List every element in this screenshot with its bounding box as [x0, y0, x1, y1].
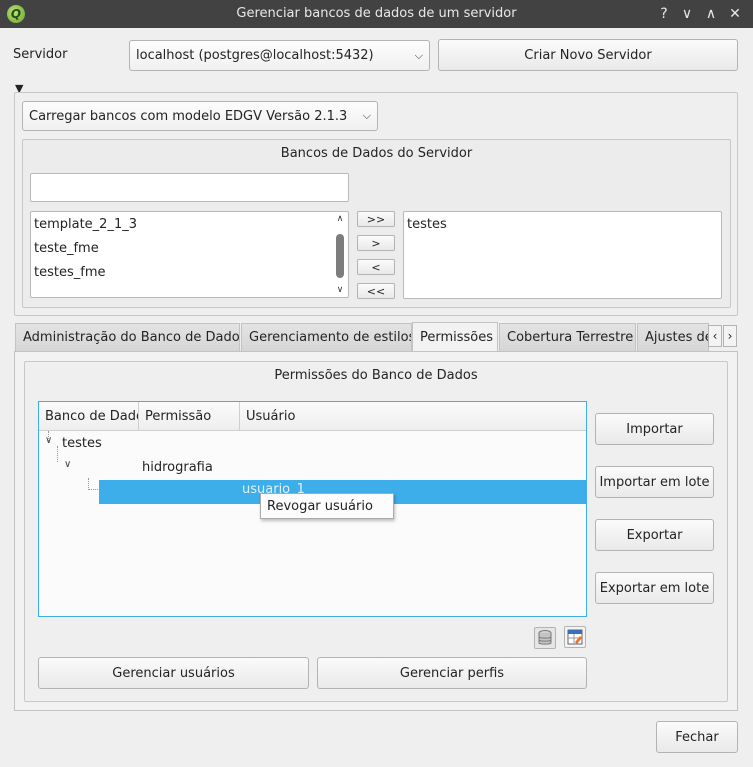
- tab-style-management[interactable]: Gerenciamento de estilos: [241, 323, 412, 351]
- batch-import-button[interactable]: Importar em lote: [595, 466, 714, 498]
- server-combo[interactable]: localhost (postgres@localhost:5432) ⌵: [129, 40, 430, 71]
- help-icon[interactable]: ?: [654, 4, 674, 24]
- tab-database-admin[interactable]: Administração do Banco de Dados: [15, 323, 240, 351]
- manage-users-button[interactable]: Gerenciar usuários: [38, 657, 309, 689]
- edit-table-icon[interactable]: [564, 626, 586, 648]
- list-item[interactable]: testes_fme: [34, 265, 105, 280]
- tab-permissions[interactable]: Permissões: [412, 322, 498, 352]
- scroll-down-icon[interactable]: ∨: [335, 285, 345, 295]
- tree-line: [57, 446, 58, 462]
- manage-profiles-button[interactable]: Gerenciar perfis: [317, 657, 587, 689]
- tree-node-permission[interactable]: hidrografia: [142, 460, 213, 475]
- chevron-down-icon: ⌵: [362, 109, 371, 122]
- expand-chevron-icon[interactable]: ∨: [64, 459, 71, 470]
- move-all-left-button[interactable]: <<: [357, 283, 395, 299]
- create-server-button[interactable]: Criar Novo Servidor: [438, 39, 738, 71]
- list-item[interactable]: teste_fme: [34, 241, 99, 256]
- server-databases-title: Bancos de Dados do Servidor: [280, 146, 473, 161]
- tree-line: [88, 478, 98, 490]
- template-combo-value: Carregar bancos com modelo EDGV Versão 2…: [29, 108, 348, 124]
- database-filter-input[interactable]: [30, 173, 349, 202]
- chevron-down-icon: ⌵: [414, 48, 423, 62]
- window-title: Gerenciar bancos de dados de um servidor: [236, 6, 517, 21]
- scrollbar[interactable]: ∧ ∨: [335, 214, 345, 295]
- title-bar: Q Gerenciar bancos de dados de um servid…: [0, 0, 753, 28]
- scroll-thumb[interactable]: [336, 234, 344, 278]
- move-all-right-button[interactable]: >>: [357, 211, 395, 227]
- server-label: Servidor: [13, 47, 68, 62]
- tab-scroll-left-icon[interactable]: ‹: [708, 325, 722, 347]
- maximize-icon[interactable]: ∧: [701, 4, 721, 24]
- context-menu-revoke-user[interactable]: Revogar usuário: [260, 493, 394, 519]
- column-header-permission[interactable]: Permissão: [139, 402, 240, 430]
- server-combo-value: localhost (postgres@localhost:5432): [136, 48, 374, 63]
- template-combo[interactable]: Carregar bancos com modelo EDGV Versão 2…: [22, 101, 378, 131]
- tab-land-cover[interactable]: Cobertura Terrestre: [499, 323, 636, 351]
- export-button[interactable]: Exportar: [595, 519, 714, 551]
- column-header-user[interactable]: Usuário: [240, 402, 586, 430]
- import-button[interactable]: Importar: [595, 413, 714, 445]
- permissions-title: Permissões do Banco de Dados: [274, 368, 478, 383]
- list-item[interactable]: template_2_1_3: [34, 217, 137, 232]
- move-left-button[interactable]: <: [357, 259, 395, 275]
- expand-chevron-icon[interactable]: ∨: [45, 435, 52, 446]
- scroll-up-icon[interactable]: ∧: [335, 214, 345, 224]
- column-header-database[interactable]: Banco de Dados: [39, 402, 139, 430]
- close-button[interactable]: Fechar: [656, 721, 738, 753]
- tree-header: Banco de Dados Permissão Usuário: [39, 402, 586, 431]
- close-window-icon[interactable]: ✕: [725, 4, 745, 24]
- list-item[interactable]: testes: [407, 217, 447, 232]
- database-icon[interactable]: [534, 627, 556, 649]
- tab-scroll-right-icon[interactable]: ›: [723, 325, 737, 347]
- tree-node-database[interactable]: testes: [62, 436, 102, 451]
- tab-adjustments[interactable]: Ajustes de e: [637, 323, 709, 351]
- move-right-button[interactable]: >: [357, 235, 395, 251]
- minimize-icon[interactable]: ∨: [677, 4, 697, 24]
- available-databases-list[interactable]: template_2_1_3 teste_fme testes_fme ∧ ∨: [30, 211, 349, 298]
- batch-export-button[interactable]: Exportar em lote: [595, 572, 714, 604]
- selected-databases-list[interactable]: testes: [403, 211, 722, 299]
